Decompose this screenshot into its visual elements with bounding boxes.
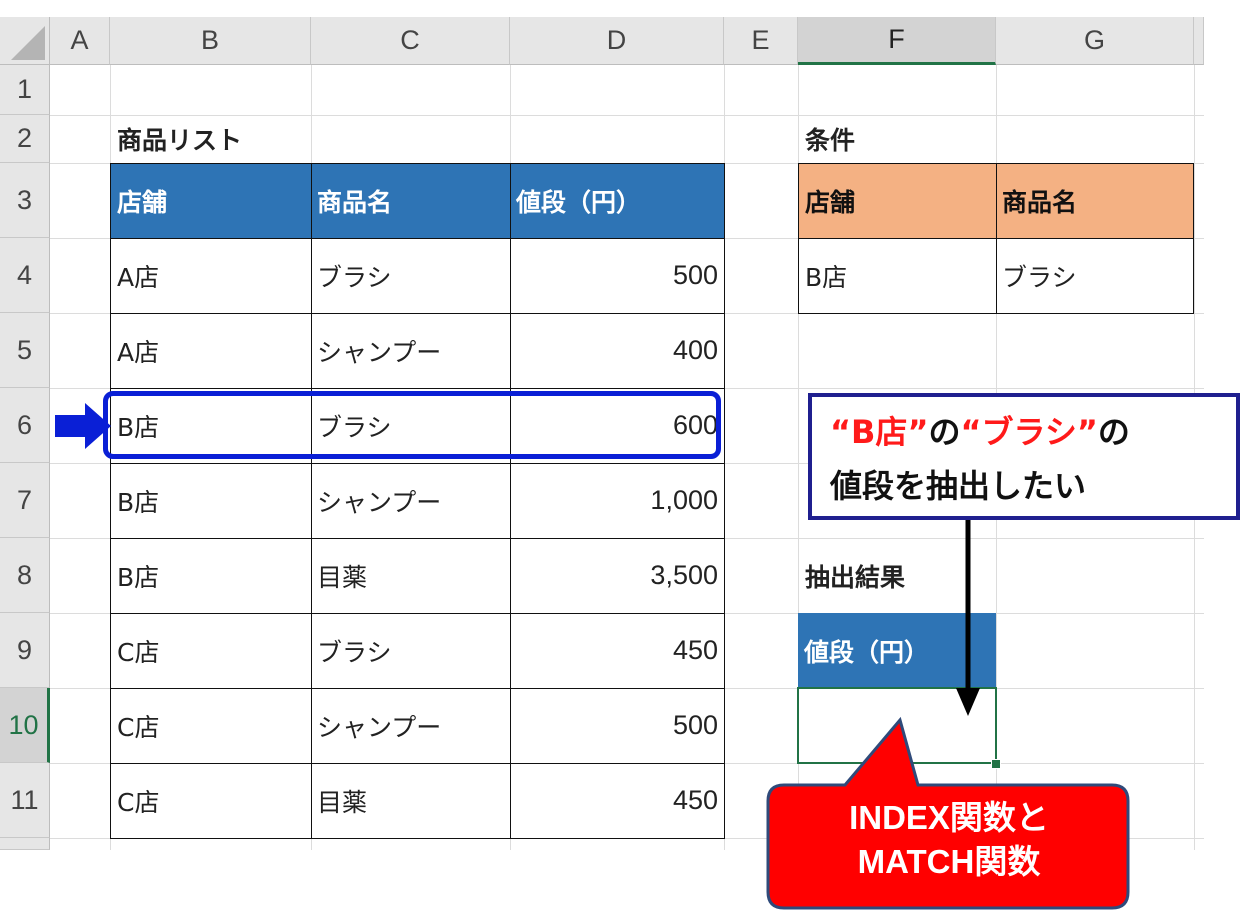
list-cell-store[interactable]: A店	[111, 313, 311, 388]
row-header-4[interactable]: 4	[0, 238, 50, 313]
row-header-6[interactable]: 6	[0, 388, 50, 463]
callout-product: ブラシ	[981, 413, 1077, 451]
conditions-header-store[interactable]: 店舗	[799, 163, 996, 238]
row-header-8[interactable]: 8	[0, 538, 50, 613]
speech-bubble-line-2: MATCH関数	[857, 843, 1041, 880]
goal-callout-line-2: 値段を抽出したい	[830, 467, 1087, 505]
list-cell-store[interactable]: C店	[111, 763, 311, 838]
list-cell-product[interactable]: ブラシ	[311, 613, 510, 688]
row-header-11[interactable]: 11	[0, 763, 50, 838]
quote-close: ”	[907, 413, 929, 451]
list-cell-product[interactable]: 目薬	[311, 763, 510, 838]
column-header-f[interactable]: F	[798, 17, 996, 65]
row-header-overflow	[0, 838, 50, 850]
arrow-down-icon	[956, 520, 980, 716]
row-header-5[interactable]: 5	[0, 313, 50, 388]
goal-callout-line-1: “B店”の“ブラシ”の	[830, 405, 1218, 459]
list-cell-product[interactable]: シャンプー	[311, 313, 510, 388]
list-cell-store[interactable]: B店	[111, 538, 311, 613]
select-all-triangle-icon	[11, 26, 45, 60]
list-cell-product[interactable]: シャンプー	[311, 688, 510, 763]
list-cell-price[interactable]: 450	[510, 763, 724, 838]
product-list-title: 商品リスト	[117, 126, 243, 155]
column-header-c[interactable]: C	[311, 17, 510, 65]
goal-callout: “B店”の“ブラシ”の 値段を抽出したい	[808, 393, 1240, 520]
column-header-d[interactable]: D	[510, 17, 724, 65]
column-header-b[interactable]: B	[110, 17, 311, 65]
highlight-frame	[103, 391, 721, 459]
list-cell-store[interactable]: C店	[111, 688, 311, 763]
conditions-header-product[interactable]: 商品名	[996, 163, 1194, 238]
speech-bubble-line-1: INDEX関数と	[849, 799, 1049, 836]
list-cell-price[interactable]: 3,500	[510, 538, 724, 613]
list-header-product[interactable]: 商品名	[311, 163, 510, 238]
row-header-2[interactable]: 2	[0, 115, 50, 163]
list-cell-price[interactable]: 500	[510, 238, 724, 313]
speech-bubble-text: INDEX関数と MATCH関数	[770, 796, 1128, 884]
row-header-3[interactable]: 3	[0, 163, 50, 238]
quote-close: ”	[1076, 413, 1098, 451]
callout-particle: の	[928, 413, 961, 451]
select-all-corner[interactable]	[0, 17, 50, 65]
callout-store: B店	[851, 413, 908, 451]
list-cell-product[interactable]: シャンプー	[311, 463, 510, 538]
list-cell-product[interactable]: ブラシ	[311, 238, 510, 313]
list-cell-price[interactable]: 450	[510, 613, 724, 688]
list-cell-price[interactable]: 500	[510, 688, 724, 763]
quote-open: “	[830, 413, 852, 451]
row-header-1[interactable]: 1	[0, 65, 50, 115]
list-cell-product[interactable]: 目薬	[311, 538, 510, 613]
list-cell-price[interactable]: 1,000	[510, 463, 724, 538]
column-header-a[interactable]: A	[50, 17, 110, 65]
list-header-store[interactable]: 店舗	[111, 163, 311, 238]
row-header-10[interactable]: 10	[0, 688, 50, 763]
conditions-value-product[interactable]: ブラシ	[996, 238, 1194, 313]
row-header-9[interactable]: 9	[0, 613, 50, 688]
column-header-overflow	[1194, 17, 1204, 65]
callout-particle: の	[1097, 413, 1130, 451]
list-cell-price[interactable]: 400	[510, 313, 724, 388]
list-cell-store[interactable]: B店	[111, 463, 311, 538]
column-header-g[interactable]: G	[996, 17, 1194, 65]
sheet-top-strip	[0, 0, 1204, 17]
arrow-right-icon	[55, 403, 111, 449]
conditions-title: 条件	[805, 126, 856, 155]
list-cell-store[interactable]: A店	[111, 238, 311, 313]
list-cell-store[interactable]: C店	[111, 613, 311, 688]
conditions-value-store[interactable]: B店	[799, 238, 996, 313]
column-header-e[interactable]: E	[724, 17, 798, 65]
row-header-7[interactable]: 7	[0, 463, 50, 538]
quote-open: “	[960, 413, 982, 451]
list-header-price[interactable]: 値段（円）	[510, 163, 724, 238]
